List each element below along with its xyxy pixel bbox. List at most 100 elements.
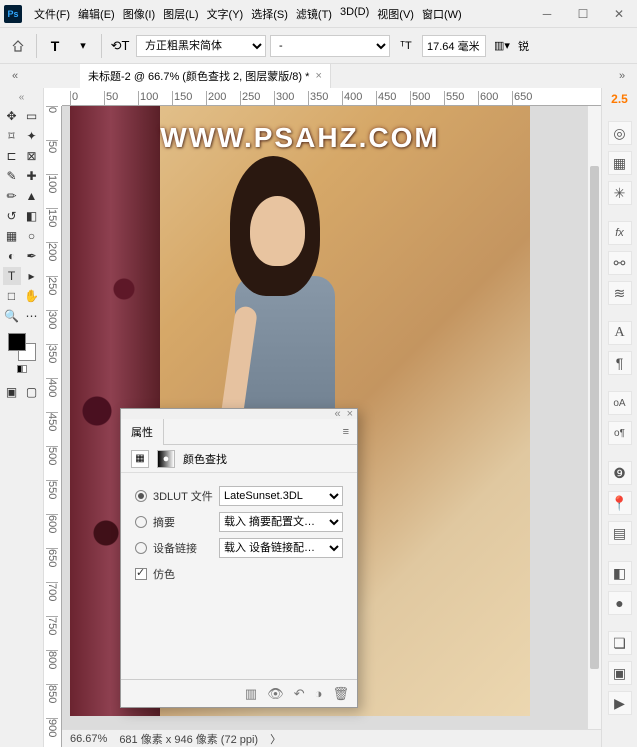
collapse-left-icon[interactable]: « <box>0 64 30 88</box>
font-family-select[interactable]: 方正粗黑宋简体 <box>136 35 266 57</box>
panel-menu-icon[interactable]: ≡ <box>335 426 357 438</box>
menu-select[interactable]: 选择(S) <box>247 6 292 22</box>
eraser-tool[interactable]: ◧ <box>23 207 41 225</box>
status-chevron-icon[interactable]: 〉 <box>270 731 281 747</box>
menu-file[interactable]: 文件(F) <box>30 6 74 22</box>
scrollbar-thumb[interactable] <box>590 166 599 669</box>
menu-window[interactable]: 窗口(W) <box>418 6 466 22</box>
menu-type[interactable]: 文字(Y) <box>203 6 248 22</box>
dodge-tool[interactable]: ◐ <box>3 247 21 265</box>
sharp-label: 锐 <box>518 38 529 54</box>
play-icon[interactable]: ▶ <box>608 691 632 715</box>
scrollbar-vertical[interactable] <box>587 106 601 729</box>
tool-panel: « ✥ ▭ ⌑ ✦ ⊏ ⊠ ✎ ✚ ✏ ▲ ↺ ◧ ▦ ○ ◐ ✒ T ▸ □ … <box>0 88 44 747</box>
label-device: 设备链接 <box>153 540 213 556</box>
props-title: 颜色查找 <box>183 451 227 467</box>
glyphs-oq-icon[interactable]: o¶ <box>608 421 632 445</box>
titlebar: Ps 文件(F) 编辑(E) 图像(I) 图层(L) 文字(Y) 选择(S) 滤… <box>0 0 637 28</box>
document-tabrow: « 未标题-2 @ 66.7% (颜色查找 2, 图层蒙版/8) * × » <box>0 64 637 88</box>
right-panel: 2.5 ◎ ▦ ✳ fx ⚯ ≋ A ¶ oA o¶ ❾ 📍 ▤ ◧ ● ❏ ▣… <box>601 88 637 747</box>
minimize-button[interactable]: ─ <box>529 0 565 28</box>
gradient-tool[interactable]: ▦ <box>3 227 21 245</box>
select-3dlut[interactable]: LateSunset.3DL <box>219 486 343 506</box>
type-tool[interactable]: T <box>3 267 21 285</box>
link-icon[interactable]: ⚯ <box>608 251 632 275</box>
adjust-icon[interactable]: ◧ <box>608 561 632 585</box>
extra-tool[interactable]: ⋯ <box>23 307 41 325</box>
zoom-level[interactable]: 66.67% <box>70 733 107 745</box>
tools-collapse-icon[interactable]: « <box>19 92 25 103</box>
blur-tool[interactable]: ○ <box>23 227 41 245</box>
mini-swatch-icon[interactable] <box>17 365 27 375</box>
document-tab[interactable]: 未标题-2 @ 66.7% (颜色查找 2, 图层蒙版/8) * × <box>80 64 331 88</box>
path-select-tool[interactable]: ▸ <box>23 267 41 285</box>
radio-device[interactable] <box>135 542 147 554</box>
prev-icon[interactable]: ◑ <box>315 686 323 701</box>
select-device[interactable]: 载入 设备链接配… <box>219 538 343 558</box>
mask-icon[interactable]: ● <box>608 591 632 615</box>
foreground-color[interactable] <box>8 333 26 351</box>
font-style-select[interactable]: - <box>270 35 390 57</box>
panel-titlebar[interactable]: « × <box>121 409 357 419</box>
screenmode-tool[interactable]: ▢ <box>23 383 41 401</box>
styles-icon[interactable]: fx <box>608 221 632 245</box>
glyphs-oa-icon[interactable]: oA <box>608 391 632 415</box>
grid-icon[interactable]: ▤ <box>608 521 632 545</box>
color-target-icon[interactable]: ◎ <box>608 121 632 145</box>
brush-tool[interactable]: ✏ <box>3 187 21 205</box>
quickmask-tool[interactable]: ▣ <box>3 383 21 401</box>
history-brush-tool[interactable]: ↺ <box>3 207 21 225</box>
zoom-tool[interactable]: 🔍 <box>3 307 21 325</box>
menu-edit[interactable]: 编辑(E) <box>74 6 119 22</box>
properties-panel[interactable]: « × 属性 ≡ ▦ ● 颜色查找 3DLUT 文件 LateSunset.3D… <box>120 408 358 708</box>
brush-size-value[interactable]: 2.5 <box>611 92 628 106</box>
channels-icon[interactable]: ▣ <box>608 661 632 685</box>
menu-3d[interactable]: 3D(D) <box>336 6 373 22</box>
frame-tool[interactable]: ⊠ <box>23 147 41 165</box>
pen-tool[interactable]: ✒ <box>23 247 41 265</box>
check-dither[interactable] <box>135 568 147 580</box>
orientation-icon[interactable]: ⟲T <box>108 34 132 58</box>
type-tool-preset-icon[interactable]: T <box>43 34 67 58</box>
lasso-tool[interactable]: ⌑ <box>3 127 21 145</box>
badge-9-icon[interactable]: ❾ <box>608 461 632 485</box>
stamp-tool[interactable]: ▲ <box>23 187 41 205</box>
menu-image[interactable]: 图像(I) <box>119 6 159 22</box>
menu-layer[interactable]: 图层(L) <box>159 6 202 22</box>
tab-close-icon[interactable]: × <box>315 70 321 82</box>
hand-tool[interactable]: ✋ <box>23 287 41 305</box>
sparkle-icon[interactable]: ✳ <box>608 181 632 205</box>
trash-icon[interactable]: 🗑 <box>332 686 349 702</box>
crop-tool[interactable]: ⊏ <box>3 147 21 165</box>
marker-icon[interactable]: 📍 <box>608 491 632 515</box>
collapse-right-icon[interactable]: » <box>607 64 637 88</box>
eye-icon[interactable]: 👁 <box>267 686 284 702</box>
props-tab[interactable]: 属性 <box>121 419 164 445</box>
heal-tool[interactable]: ✚ <box>23 167 41 185</box>
close-button[interactable]: ✕ <box>601 0 637 28</box>
move-tool[interactable]: ✥ <box>3 107 21 125</box>
ruler-horizontal: 050100150200250300350400450500550600650 <box>62 88 601 106</box>
radio-abstract[interactable] <box>135 516 147 528</box>
menu-view[interactable]: 视图(V) <box>373 6 418 22</box>
type-dropdown-icon[interactable]: ▾ <box>71 34 95 58</box>
color-swatch[interactable] <box>8 333 36 361</box>
shape-tool[interactable]: □ <box>3 287 21 305</box>
clip-icon[interactable]: ▥ <box>245 686 257 702</box>
layers-icon[interactable]: ❏ <box>608 631 632 655</box>
select-abstract[interactable]: 载入 摘要配置文… <box>219 512 343 532</box>
reset-icon[interactable]: ↶ <box>294 686 305 702</box>
font-size-input[interactable] <box>422 35 486 57</box>
paragraph-icon[interactable]: ¶ <box>608 351 632 375</box>
menu-filter[interactable]: 滤镜(T) <box>292 6 336 22</box>
radio-3dlut[interactable] <box>135 490 147 502</box>
swatches-icon[interactable]: ▦ <box>608 151 632 175</box>
home-icon[interactable] <box>6 34 30 58</box>
artboard-tool[interactable]: ▭ <box>23 107 41 125</box>
character-A-icon[interactable]: A <box>608 321 632 345</box>
quick-select-tool[interactable]: ✦ <box>23 127 41 145</box>
maximize-button[interactable]: ☐ <box>565 0 601 28</box>
waves-icon[interactable]: ≋ <box>608 281 632 305</box>
aa-dropdown-icon[interactable]: ▥▾ <box>490 34 514 58</box>
eyedropper-tool[interactable]: ✎ <box>3 167 21 185</box>
